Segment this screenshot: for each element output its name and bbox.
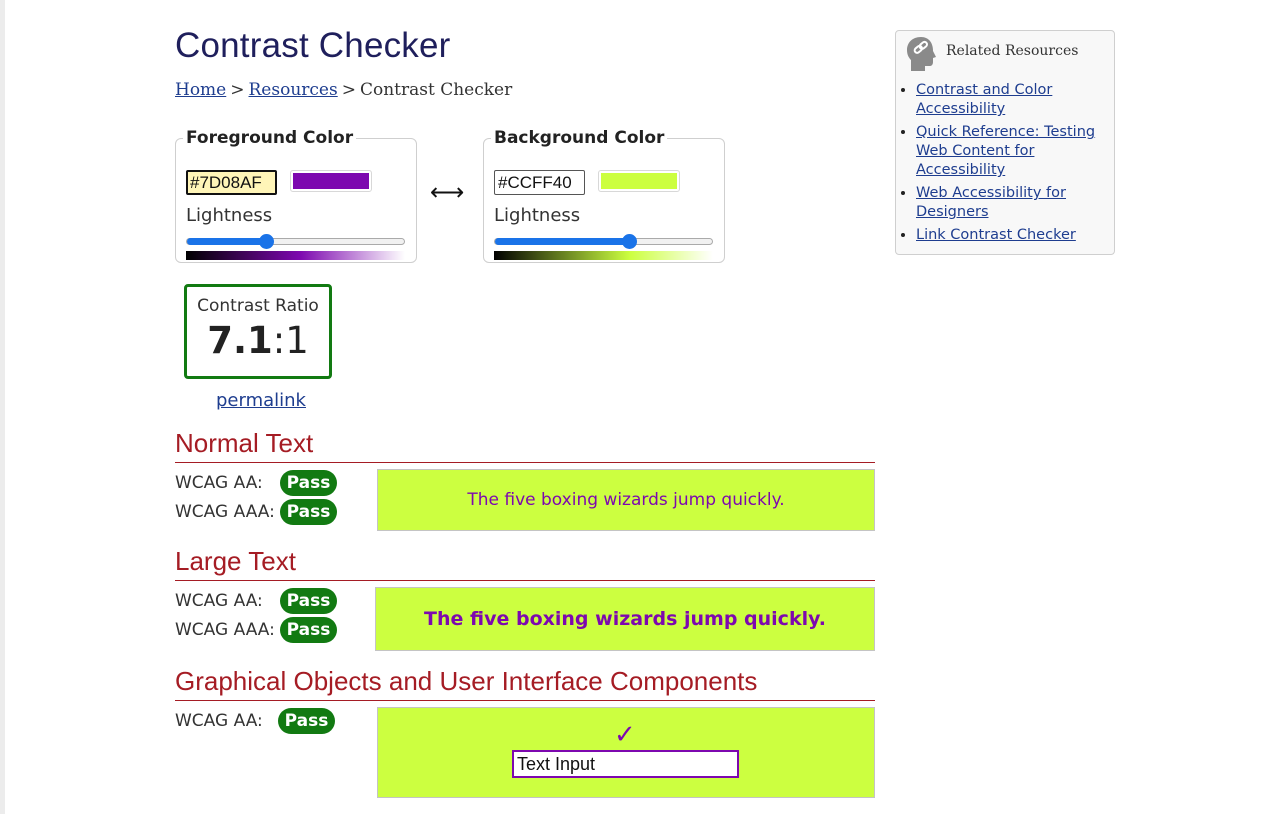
large-wcag-aaa-label: WCAG AAA: (175, 620, 275, 640)
graphical-wcag-aa-label: WCAG AA: (175, 711, 263, 731)
link-head-icon (907, 37, 936, 71)
foreground-swatch (293, 173, 369, 189)
related-link[interactable]: Contrast and Color Accessibility (916, 82, 1052, 117)
background-color-legend: Background Color (494, 128, 665, 148)
background-swatch (601, 173, 677, 189)
foreground-color-panel: Foreground Color #7D08AF Lightness (175, 128, 417, 263)
foreground-lightness-label: Lightness (186, 205, 273, 226)
normal-wcag-aa-badge: Pass (280, 470, 337, 496)
related-link[interactable]: Link Contrast Checker (916, 227, 1076, 243)
contrast-ratio-box: Contrast Ratio 7.1:1 (184, 284, 332, 379)
normal-wcag-aaa-badge: Pass (280, 499, 337, 525)
checkmark-icon: ✓ (614, 720, 636, 750)
contrast-ratio-number: 7.1 (207, 319, 273, 362)
background-lightness-label: Lightness (494, 205, 581, 226)
background-lightness-slider[interactable] (494, 234, 713, 249)
related-link[interactable]: Web Accessibility for Designers (916, 185, 1066, 220)
contrast-ratio-label: Contrast Ratio (197, 296, 319, 316)
breadcrumb: Home > Resources > Contrast Checker (175, 80, 512, 100)
background-color-picker[interactable] (598, 170, 680, 192)
breadcrumb-current: Contrast Checker (359, 80, 513, 100)
graphical-wcag-aa-badge: Pass (278, 708, 335, 734)
breadcrumb-separator: > (341, 80, 356, 100)
breadcrumb-resources-link[interactable]: Resources (249, 80, 338, 100)
section-divider (175, 580, 875, 581)
related-resources-title: Related Resources (946, 43, 1079, 59)
section-divider (175, 462, 875, 463)
large-text-heading: Large Text (175, 546, 296, 576)
list-item: Link Contrast Checker (916, 226, 1111, 245)
permalink-link[interactable]: permalink (216, 390, 306, 411)
graphical-objects-sample: ✓ Text Input (377, 707, 875, 798)
large-text-sample: The five boxing wizards jump quickly. (375, 587, 875, 651)
normal-wcag-aaa-label: WCAG AAA: (175, 502, 275, 522)
list-item: Quick Reference: Testing Web Content for… (916, 123, 1111, 180)
related-link[interactable]: Quick Reference: Testing Web Content for… (916, 124, 1095, 178)
large-wcag-aa-badge: Pass (280, 588, 337, 614)
normal-text-heading: Normal Text (175, 428, 314, 458)
related-resources-panel: Related Resources Contrast and Color Acc… (895, 30, 1115, 255)
breadcrumb-separator: > (230, 80, 245, 100)
foreground-lightness-gradient (186, 251, 405, 260)
swap-colors-arrow-icon[interactable]: ⟷ (430, 178, 464, 206)
contrast-ratio-value: 7.1:1 (187, 319, 329, 362)
page-left-border (0, 0, 5, 814)
graphical-objects-heading: Graphical Objects and User Interface Com… (175, 666, 758, 696)
normal-text-sample: The five boxing wizards jump quickly. (377, 469, 875, 531)
background-color-panel: Background Color #CCFF40 Lightness (483, 128, 725, 263)
foreground-color-legend: Foreground Color (186, 128, 354, 148)
background-slider-thumb[interactable] (621, 234, 637, 249)
background-lightness-gradient (494, 251, 713, 260)
foreground-lightness-slider[interactable] (186, 234, 405, 249)
foreground-color-picker[interactable] (290, 170, 372, 192)
section-divider (175, 700, 875, 701)
foreground-hex-input[interactable]: #7D08AF (186, 170, 277, 195)
related-resources-list: Contrast and Color Accessibility Quick R… (896, 81, 1111, 249)
contrast-ratio-suffix: :1 (272, 319, 309, 362)
foreground-slider-fill (187, 238, 268, 245)
background-hex-input[interactable]: #CCFF40 (494, 170, 585, 195)
foreground-slider-thumb[interactable] (259, 234, 275, 249)
sample-text-input[interactable]: Text Input (512, 750, 739, 778)
list-item: Web Accessibility for Designers (916, 184, 1111, 222)
page-title: Contrast Checker (175, 26, 451, 65)
background-slider-fill (495, 238, 630, 245)
breadcrumb-home-link[interactable]: Home (175, 80, 226, 100)
large-wcag-aaa-badge: Pass (280, 617, 337, 643)
large-wcag-aa-label: WCAG AA: (175, 591, 263, 611)
normal-wcag-aa-label: WCAG AA: (175, 473, 263, 493)
list-item: Contrast and Color Accessibility (916, 81, 1111, 119)
